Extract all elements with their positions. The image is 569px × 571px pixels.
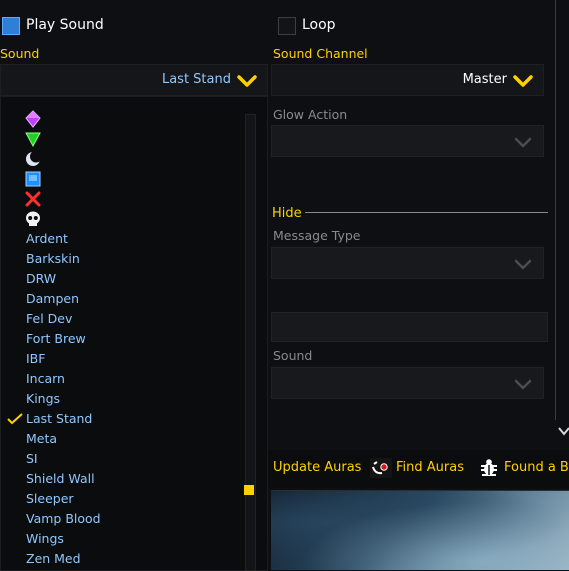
- glow-action-dropdown[interactable]: [271, 125, 544, 157]
- chevron-down-icon: [237, 75, 257, 87]
- find-auras-icon: [370, 458, 392, 478]
- green-triangle-icon[interactable]: [24, 130, 42, 148]
- sound-right-label: Sound: [273, 348, 313, 363]
- list-item-fel-dev[interactable]: Fel Dev: [26, 310, 72, 328]
- found-a-bug-button[interactable]: Found a Bu: [504, 458, 569, 478]
- list-item-meta[interactable]: Meta: [26, 430, 57, 448]
- update-auras-button[interactable]: Update Auras: [273, 458, 361, 478]
- list-item-vamp-blood[interactable]: Vamp Blood: [26, 510, 101, 528]
- loop-label: Loop: [302, 17, 336, 33]
- sound-channel-value: Master: [462, 72, 507, 87]
- sound-label: Sound: [0, 46, 40, 61]
- options-scrollbar-track[interactable]: [555, 0, 556, 420]
- list-item-si[interactable]: SI: [26, 450, 38, 468]
- moon-icon[interactable]: [24, 150, 42, 168]
- blue-square-icon[interactable]: [24, 170, 42, 188]
- list-scrollbar-track[interactable]: [245, 114, 256, 571]
- list-item-barkskin[interactable]: Barkskin: [26, 250, 80, 268]
- bug-icon: [481, 459, 497, 476]
- list-item-ibf[interactable]: IBF: [26, 350, 45, 368]
- chevron-down-icon: [514, 137, 532, 148]
- message-type-dropdown[interactable]: [271, 247, 544, 279]
- background-artwork: [271, 490, 569, 570]
- list-item-kings[interactable]: Kings: [26, 390, 60, 408]
- chevron-down-icon: [514, 379, 532, 390]
- list-item-ardent[interactable]: Ardent: [26, 230, 68, 248]
- list-item-dampen[interactable]: Dampen: [26, 290, 79, 308]
- list-scrollbar-thumb[interactable]: [244, 485, 254, 495]
- find-auras-button[interactable]: Find Auras: [396, 458, 464, 478]
- purple-gem-icon[interactable]: [24, 110, 42, 128]
- hide-divider: [305, 212, 548, 213]
- chevron-down-icon: [514, 259, 532, 270]
- list-item-incarn[interactable]: Incarn: [26, 370, 65, 388]
- sound-right-dropdown[interactable]: [271, 367, 544, 399]
- scroll-down-arrow-icon[interactable]: [558, 425, 569, 437]
- list-item-shield-wall[interactable]: Shield Wall: [26, 470, 95, 488]
- list-item-wings[interactable]: Wings: [26, 530, 64, 548]
- chevron-down-icon: [513, 75, 533, 87]
- list-item-fort-brew[interactable]: Fort Brew: [26, 330, 86, 348]
- red-cross-icon[interactable]: [24, 190, 42, 208]
- sound-dropdown-value: Last Stand: [161, 72, 231, 87]
- play-sound-checkbox[interactable]: [2, 17, 20, 35]
- message-type-label: Message Type: [273, 228, 361, 243]
- list-item-last-stand[interactable]: Last Stand: [26, 410, 92, 428]
- sound-dropdown[interactable]: Last Stand: [0, 64, 268, 96]
- skull-icon[interactable]: [24, 210, 42, 228]
- list-item-zen-med[interactable]: Zen Med: [26, 550, 81, 568]
- message-text-field[interactable]: [271, 312, 548, 342]
- checkmark-icon: [7, 413, 23, 425]
- sound-channel-label: Sound Channel: [273, 46, 368, 61]
- hide-section-header: Hide: [272, 206, 302, 221]
- sound-channel-dropdown[interactable]: Master: [271, 64, 544, 96]
- loop-checkbox[interactable]: [278, 17, 296, 35]
- list-item-sleeper[interactable]: Sleeper: [26, 490, 74, 508]
- glow-action-label: Glow Action: [273, 107, 348, 122]
- play-sound-label: Play Sound: [26, 17, 104, 33]
- list-item-drw[interactable]: DRW: [26, 270, 56, 288]
